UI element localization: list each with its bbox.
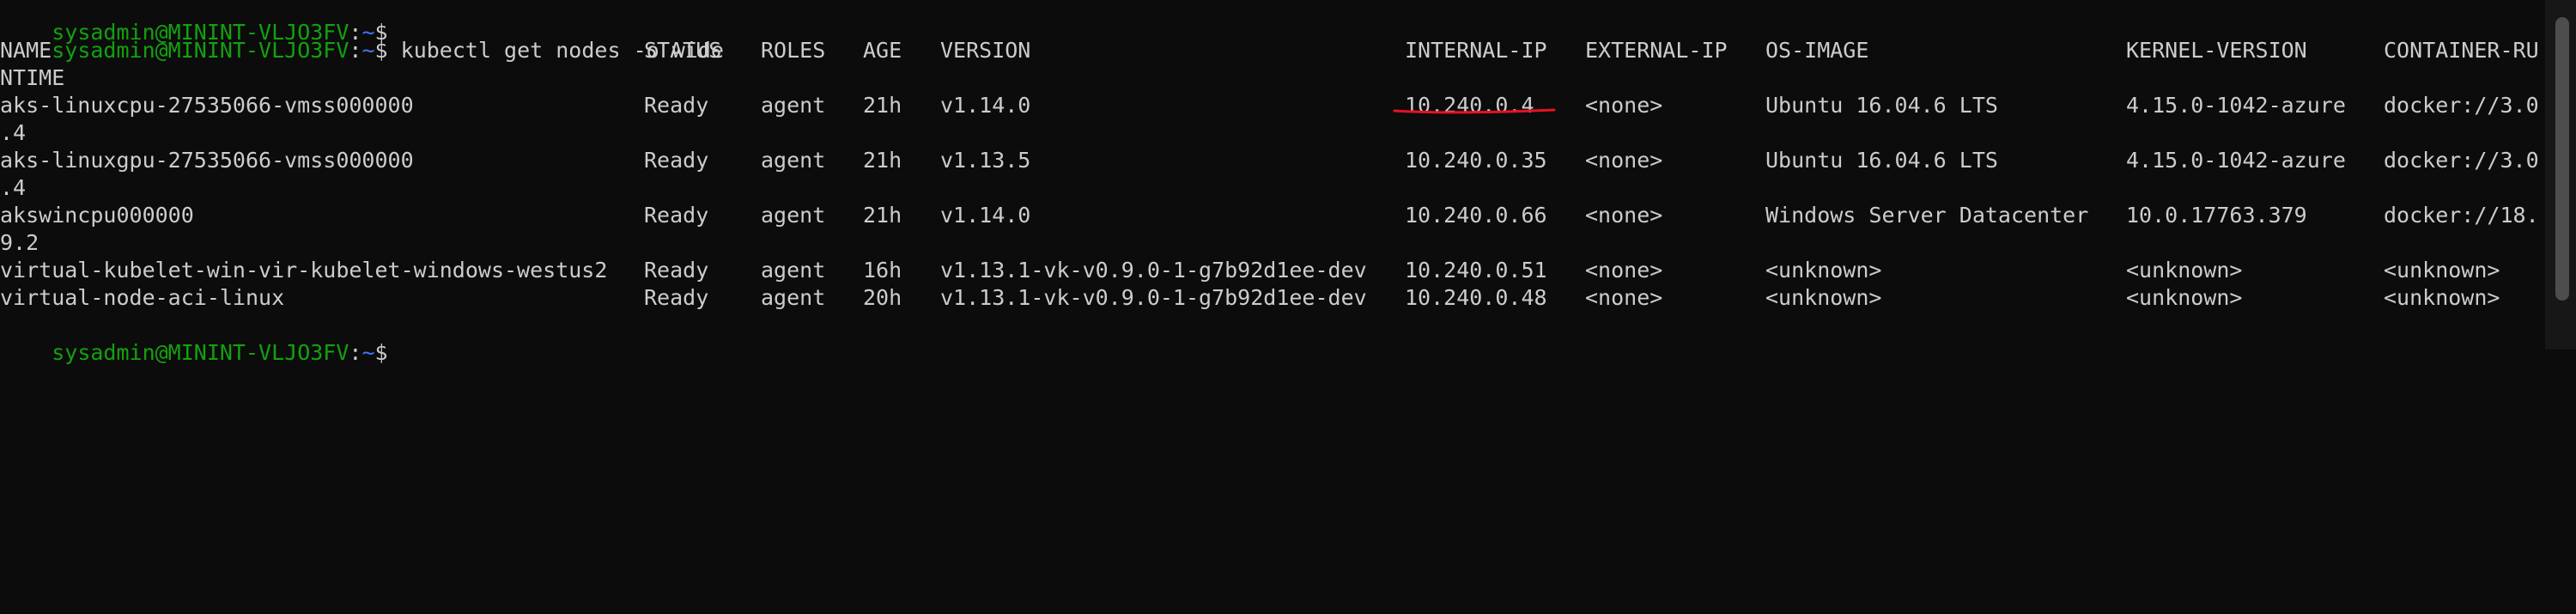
node-age: 21h <box>863 203 902 228</box>
node-internal-ip: 10.240.0.48 <box>1405 285 1547 310</box>
node-kernel-version: 10.0.17763.379 <box>2126 203 2307 228</box>
node-version: v1.13.1-vk-v0.9.0-1-g7b92d1ee-dev <box>940 258 1367 283</box>
row-wrap: 9.2 <box>0 230 39 255</box>
node-name: virtual-node-aci-linux <box>0 285 285 310</box>
node-os-image: Windows Server Datacenter <box>1765 203 2089 228</box>
node-os-image: Ubuntu 16.04.6 LTS <box>1765 148 1998 173</box>
table-row: virtual-node-aci-linux Ready agent 20h v… <box>0 284 2545 312</box>
node-os-image: <unknown> <box>1765 285 1882 310</box>
table-row: aks-linuxgpu-27535066-vmss000000 Ready a… <box>0 147 2545 174</box>
node-external-ip: <none> <box>1585 258 1663 283</box>
node-version: v1.13.1-vk-v0.9.0-1-g7b92d1ee-dev <box>940 285 1367 310</box>
node-kernel-version: <unknown> <box>2126 258 2243 283</box>
node-external-ip: <none> <box>1585 285 1663 310</box>
node-external-ip: <none> <box>1585 203 1663 228</box>
header-external-ip: EXTERNAL-IP <box>1585 38 1728 63</box>
node-version: v1.13.5 <box>940 148 1031 173</box>
row-wrap: .4 <box>0 175 27 200</box>
node-container-runtime: <unknown> <box>2384 258 2500 283</box>
table-row: virtual-kubelet-win-vir-kubelet-windows-… <box>0 257 2545 284</box>
node-container-runtime: docker://18. <box>2384 203 2539 228</box>
header-os-image: OS-IMAGE <box>1765 38 1869 63</box>
node-os-image: Ubuntu 16.04.6 LTS <box>1765 93 1998 118</box>
node-roles: agent <box>761 148 826 173</box>
header-version: VERSION <box>940 38 1031 63</box>
node-internal-ip: 10.240.0.66 <box>1405 203 1547 228</box>
node-kernel-version: <unknown> <box>2126 285 2243 310</box>
node-version: v1.14.0 <box>940 203 1031 228</box>
header-name: NAME <box>0 38 52 63</box>
node-roles: agent <box>761 285 826 310</box>
node-status: Ready <box>644 285 709 310</box>
terminal-window[interactable]: sysadmin@MININT-VLJO3FV:~$ sysadmin@MINI… <box>0 0 2545 365</box>
prompt-symbol: $ <box>374 340 388 365</box>
vertical-scrollbar[interactable] <box>2545 0 2576 350</box>
prompt-user: sysadmin@MININT-VLJO3FV <box>52 340 349 365</box>
node-internal-ip: 10.240.0.35 <box>1405 148 1547 173</box>
header-kernel-version: KERNEL-VERSION <box>2126 38 2307 63</box>
header-roles: ROLES <box>761 38 826 63</box>
node-name: aks-linuxgpu-27535066-vmss000000 <box>0 148 414 173</box>
table-row: akswincpu000000 Ready agent 21h v1.14.0 … <box>0 202 2545 229</box>
header-internal-ip: INTERNAL-IP <box>1405 38 1547 63</box>
node-status: Ready <box>644 148 709 173</box>
prompt-path: ~ <box>361 340 375 365</box>
node-container-runtime: <unknown> <box>2384 285 2500 310</box>
row-wrap: .4 <box>0 120 27 145</box>
table-row: aks-linuxcpu-27535066-vmss000000 Ready a… <box>0 92 2545 119</box>
node-container-runtime: docker://3.0 <box>2384 93 2539 118</box>
node-status: Ready <box>644 93 709 118</box>
node-external-ip: <none> <box>1585 148 1663 173</box>
node-name: aks-linuxcpu-27535066-vmss000000 <box>0 93 414 118</box>
node-internal-ip: 10.240.0.51 <box>1405 258 1547 283</box>
header-status: STATUS <box>644 38 722 63</box>
node-container-runtime: docker://3.0 <box>2384 148 2539 173</box>
node-internal-ip: 10.240.0.4 <box>1405 93 1534 118</box>
node-os-image: <unknown> <box>1765 258 1882 283</box>
node-age: 20h <box>863 285 902 310</box>
scrollbar-thumb[interactable] <box>2555 17 2569 301</box>
table-header: NAME STATUS ROLES AGE VERSION INTERNAL-I… <box>0 37 2545 64</box>
node-kernel-version: 4.15.0-1042-azure <box>2126 93 2346 118</box>
node-name: akswincpu000000 <box>0 203 194 228</box>
header-age: AGE <box>863 38 902 63</box>
node-age: 21h <box>863 93 902 118</box>
prompt-line-current[interactable]: sysadmin@MININT-VLJO3FV:~$ <box>0 312 387 365</box>
node-status: Ready <box>644 258 709 283</box>
red-underline-annotation <box>1393 108 1556 114</box>
prompt-line-command: sysadmin@MININT-VLJO3FV:~$ kubectl get n… <box>0 9 724 63</box>
node-external-ip: <none> <box>1585 93 1663 118</box>
node-version: v1.14.0 <box>940 93 1031 118</box>
node-age: 16h <box>863 258 902 283</box>
node-roles: agent <box>761 258 826 283</box>
node-roles: agent <box>761 203 826 228</box>
node-status: Ready <box>644 203 709 228</box>
node-kernel-version: 4.15.0-1042-azure <box>2126 148 2346 173</box>
table-header-wrap: NTIME <box>0 65 65 90</box>
node-age: 21h <box>863 148 902 173</box>
node-name: virtual-kubelet-win-vir-kubelet-windows-… <box>0 258 608 283</box>
node-roles: agent <box>761 93 826 118</box>
header-container-runtime: CONTAINER-RU <box>2384 38 2539 63</box>
prompt-separator: : <box>349 340 362 365</box>
